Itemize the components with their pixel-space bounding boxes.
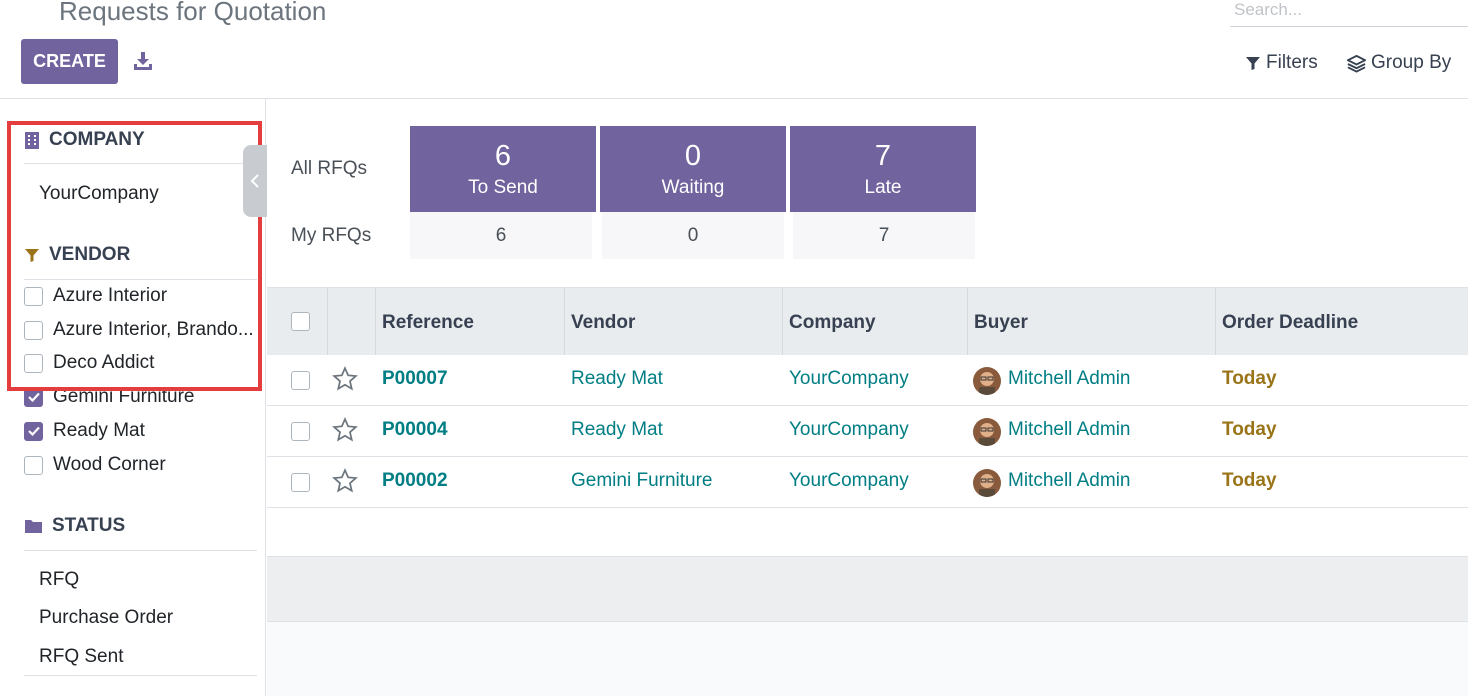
tile-waiting[interactable]: 0 Waiting <box>600 126 786 212</box>
tile-label: Waiting <box>661 177 725 198</box>
row-checkbox[interactable] <box>291 371 310 390</box>
download-icon <box>134 52 152 70</box>
table-row[interactable]: P00002 Gemini Furniture YourCompany Mitc… <box>267 457 1468 508</box>
vendor-checkbox[interactable] <box>24 421 43 441</box>
reference-cell[interactable]: P00002 <box>382 470 448 492</box>
vendor-checkbox[interactable] <box>24 455 43 475</box>
search-box[interactable] <box>1230 0 1468 27</box>
deadline-cell: Today <box>1222 470 1277 491</box>
list-header: Reference Vendor Company Buyer Order Dea… <box>267 287 1468 356</box>
table-row[interactable]: P00004 Ready Mat YourCompany Mitchell Ad… <box>267 406 1468 457</box>
list-footer <box>267 557 1468 622</box>
column-separator <box>1215 288 1216 356</box>
create-button[interactable]: CREATE <box>21 39 118 84</box>
status-item-purchase-order[interactable]: Purchase Order <box>39 607 173 629</box>
tile-to-send[interactable]: 6 To Send <box>410 126 596 212</box>
vendor-cell[interactable]: Ready Mat <box>571 419 663 441</box>
tile-count: 7 <box>874 140 892 172</box>
table-row[interactable]: P00007 Ready Mat YourCompany Mitchell Ad… <box>267 355 1468 406</box>
avatar <box>973 367 1001 395</box>
column-separator <box>967 288 968 356</box>
vendor-label: Wood Corner <box>53 454 166 475</box>
column-header-company[interactable]: Company <box>789 312 876 334</box>
empty-row <box>267 508 1468 557</box>
company-cell[interactable]: YourCompany <box>789 470 909 492</box>
tile-label: Late <box>864 177 902 198</box>
my-waiting-count[interactable]: 0 <box>602 212 784 259</box>
row-checkbox[interactable] <box>291 473 310 492</box>
filters-label: Filters <box>1266 52 1318 73</box>
reference-cell[interactable]: P00007 <box>382 368 448 390</box>
collapse-sidebar-button[interactable] <box>243 145 267 217</box>
list-background <box>267 622 1468 696</box>
company-cell[interactable]: YourCompany <box>789 368 909 390</box>
status-item-rfq[interactable]: RFQ <box>39 569 79 591</box>
page-title: Requests for Quotation <box>59 0 327 26</box>
layers-icon <box>1347 54 1366 73</box>
column-separator <box>375 288 376 356</box>
vendor-label: Ready Mat <box>53 420 145 441</box>
folder-icon <box>25 520 42 533</box>
deadline-cell: Today <box>1222 419 1277 440</box>
status-item-rfq-sent[interactable]: RFQ Sent <box>39 646 123 668</box>
reference-cell[interactable]: P00004 <box>382 419 448 441</box>
my-rfqs-label: My RFQs <box>291 225 372 246</box>
column-header-reference[interactable]: Reference <box>382 312 474 334</box>
vendor-cell[interactable]: Ready Mat <box>571 368 663 390</box>
tile-count: 6 <box>494 140 512 172</box>
buyer-cell[interactable]: Mitchell Admin <box>1008 368 1131 390</box>
tile-late[interactable]: 7 Late <box>790 126 976 212</box>
avatar <box>973 418 1001 446</box>
column-separator <box>564 288 565 356</box>
my-late-count[interactable]: 7 <box>793 212 975 259</box>
section-divider <box>24 550 257 551</box>
company-cell[interactable]: YourCompany <box>789 419 909 441</box>
buyer-cell[interactable]: Mitchell Admin <box>1008 470 1131 492</box>
column-header-vendor[interactable]: Vendor <box>571 312 635 334</box>
vendor-filter-wood-corner[interactable]: Wood Corner <box>24 454 258 476</box>
search-input[interactable] <box>1230 0 1468 20</box>
group-by-button[interactable]: Group By <box>1347 52 1451 74</box>
deadline-cell: Today <box>1222 368 1277 389</box>
vendor-highlight-box <box>7 121 262 391</box>
download-button[interactable] <box>131 49 155 73</box>
avatar <box>973 469 1001 497</box>
status-section-title: STATUS <box>52 515 126 536</box>
chevron-left-icon <box>250 174 259 188</box>
section-divider <box>24 675 257 676</box>
vendor-cell[interactable]: Gemini Furniture <box>571 470 713 492</box>
column-separator <box>327 288 328 356</box>
column-separator <box>782 288 783 356</box>
buyer-cell[interactable]: Mitchell Admin <box>1008 419 1131 441</box>
star-icon[interactable] <box>332 366 358 392</box>
column-header-order-deadline[interactable]: Order Deadline <box>1222 312 1358 334</box>
filters-button[interactable]: Filters <box>1245 52 1318 74</box>
star-icon[interactable] <box>332 417 358 443</box>
star-icon[interactable] <box>332 468 358 494</box>
row-checkbox[interactable] <box>291 422 310 441</box>
my-to-send-count[interactable]: 6 <box>410 212 592 259</box>
tile-count: 0 <box>684 140 702 172</box>
vendor-filter-ready-mat[interactable]: Ready Mat <box>24 420 258 442</box>
select-all-checkbox[interactable] <box>291 312 310 331</box>
all-rfqs-label: All RFQs <box>291 158 367 179</box>
tile-label: To Send <box>468 177 538 198</box>
filter-icon <box>1246 57 1260 70</box>
group-by-label: Group By <box>1371 52 1452 73</box>
status-section-header: STATUS <box>24 515 125 537</box>
column-header-buyer[interactable]: Buyer <box>974 312 1028 334</box>
